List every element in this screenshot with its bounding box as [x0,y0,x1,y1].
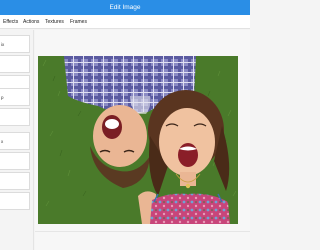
edited-photo[interactable] [38,56,238,224]
title-bar: Edit Image [0,0,250,15]
sidebar-item-6[interactable]: x [0,132,30,150]
options-sidebar: ix p x [0,30,34,250]
edit-toolbar: Effects Actions Textures Frames [0,15,250,29]
sidebar-item-4[interactable]: p [0,88,30,106]
sidebar-item-5[interactable] [0,108,30,126]
sidebar-item-2[interactable] [0,55,30,73]
tab-actions[interactable]: Actions [23,15,39,29]
window-title: Edit Image [109,4,141,11]
sidebar-item-1[interactable]: ix [0,35,30,53]
photo-illustration [38,56,238,224]
sidebar-item-8[interactable] [0,172,30,190]
tab-frames[interactable]: Frames [70,15,87,29]
tab-textures[interactable]: Textures [45,15,64,29]
sidebar-item-7[interactable] [0,152,30,170]
tab-effects[interactable]: Effects [3,15,18,29]
sidebar-item-9[interactable] [0,192,30,210]
canvas-divider [35,231,250,232]
